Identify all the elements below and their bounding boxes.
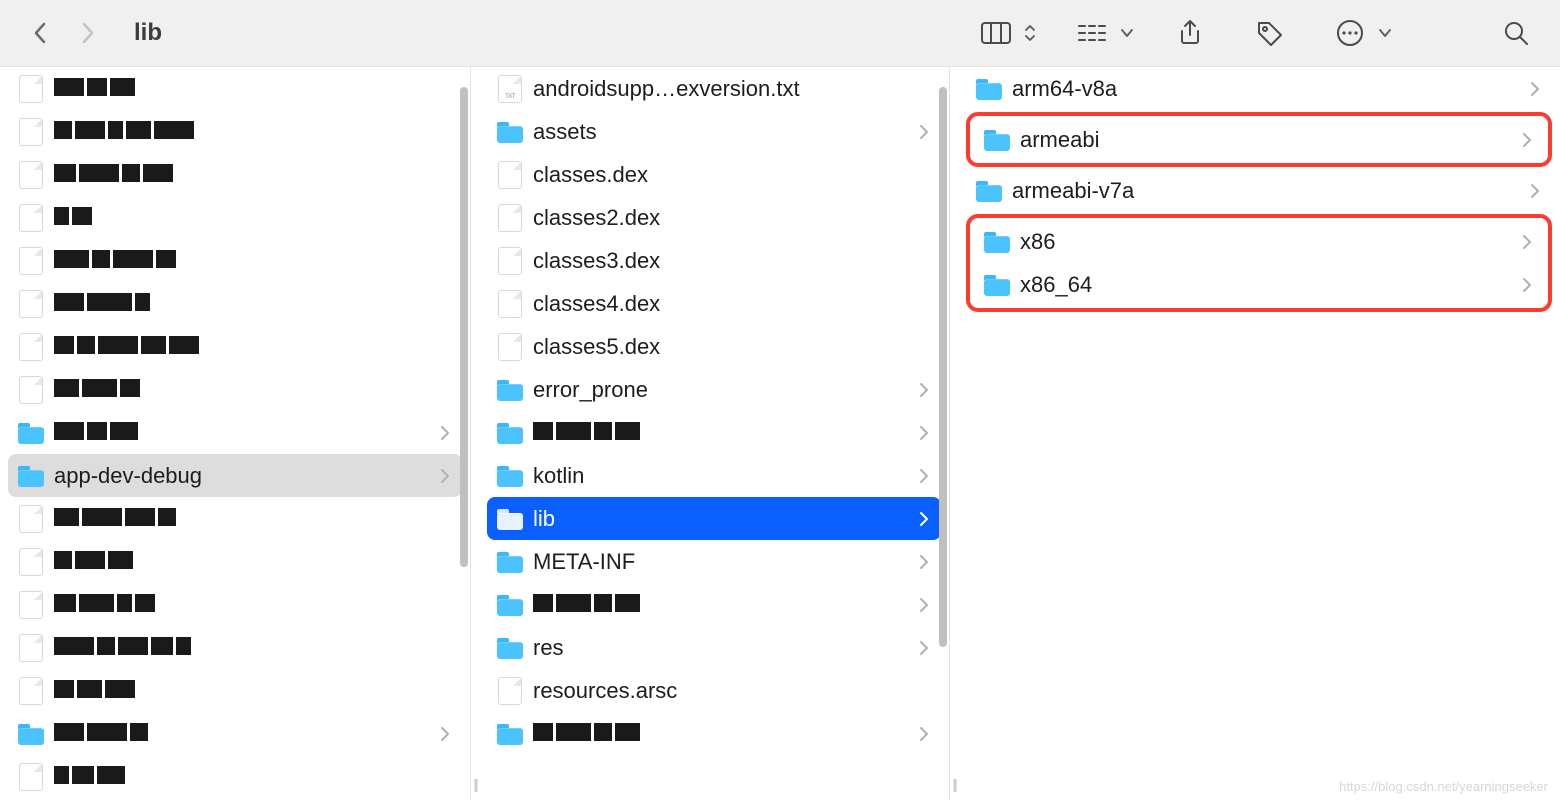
chevron-right-icon <box>919 382 929 398</box>
list-item[interactable]: assets <box>487 110 941 153</box>
chevron-right-icon <box>919 554 929 570</box>
folder-arm64-v8a[interactable]: arm64-v8a <box>966 67 1552 110</box>
group-by-button[interactable] <box>1068 11 1134 55</box>
highlight-box: x86x86_64 <box>966 214 1552 312</box>
more-icon <box>1326 11 1374 55</box>
view-updown-icon <box>1024 23 1036 43</box>
list-item[interactable] <box>487 583 941 626</box>
list-item[interactable]: classes4.dex <box>487 282 941 325</box>
chevron-right-icon <box>440 425 450 441</box>
back-button[interactable] <box>20 13 60 53</box>
list-item[interactable] <box>8 110 462 153</box>
list-item[interactable] <box>8 626 462 669</box>
chevron-right-icon <box>440 726 450 742</box>
column-1[interactable]: app-dev-debug <box>0 67 471 800</box>
group-icon <box>1068 11 1116 55</box>
list-item[interactable]: classes.dex <box>487 153 941 196</box>
window-title: lib <box>134 19 162 47</box>
list-item[interactable]: META-INF <box>487 540 941 583</box>
chevron-right-icon <box>1522 277 1532 293</box>
list-item[interactable]: classes5.dex <box>487 325 941 368</box>
chevron-down-icon <box>1378 28 1392 38</box>
list-item[interactable] <box>8 712 462 755</box>
column-resize-handle[interactable]: || <box>471 67 479 800</box>
view-mode-group[interactable] <box>972 11 1036 55</box>
list-item[interactable]: classes2.dex <box>487 196 941 239</box>
folder-app-dev-debug[interactable]: app-dev-debug <box>8 454 462 497</box>
folder-x86_64[interactable]: x86_64 <box>974 263 1544 306</box>
chevron-right-icon <box>919 726 929 742</box>
search-button[interactable] <box>1492 11 1540 55</box>
forward-button[interactable] <box>68 13 108 53</box>
list-item[interactable] <box>8 497 462 540</box>
list-item[interactable] <box>487 712 941 755</box>
folder-x86[interactable]: x86 <box>974 220 1544 263</box>
chevron-right-icon <box>919 124 929 140</box>
list-item[interactable] <box>8 368 462 411</box>
chevron-right-icon <box>1530 81 1540 97</box>
folder-armeabi[interactable]: armeabi <box>974 118 1544 161</box>
list-item[interactable] <box>8 583 462 626</box>
list-item[interactable]: androidsupp…exversion.txt <box>487 67 941 110</box>
list-item[interactable] <box>8 755 462 798</box>
list-item[interactable]: lib <box>487 497 941 540</box>
list-item[interactable] <box>8 669 462 712</box>
chevron-right-icon <box>919 511 929 527</box>
folder-armeabi-v7a[interactable]: armeabi-v7a <box>966 169 1552 212</box>
column-2[interactable]: androidsupp…exversion.txtassetsclasses.d… <box>479 67 950 800</box>
list-item[interactable] <box>8 540 462 583</box>
chevron-right-icon <box>919 425 929 441</box>
list-item[interactable]: res <box>487 626 941 669</box>
watermark: https://blog.csdn.net/yearningseeker <box>1339 779 1548 794</box>
list-item[interactable] <box>487 411 941 454</box>
share-button[interactable] <box>1166 11 1214 55</box>
column-resize-handle[interactable]: || <box>950 67 958 800</box>
chevron-right-icon <box>1522 132 1532 148</box>
columns-view-icon <box>972 11 1020 55</box>
list-item[interactable] <box>8 325 462 368</box>
list-item[interactable] <box>8 282 462 325</box>
chevron-right-icon <box>440 468 450 484</box>
chevron-right-icon <box>1530 183 1540 199</box>
chevron-right-icon <box>919 640 929 656</box>
toolbar: lib <box>0 0 1560 67</box>
chevron-right-icon <box>1522 234 1532 250</box>
chevron-right-icon <box>919 597 929 613</box>
list-item[interactable] <box>8 239 462 282</box>
highlight-box: armeabi <box>966 112 1552 167</box>
tags-button[interactable] <box>1246 11 1294 55</box>
list-item[interactable] <box>8 411 462 454</box>
list-item[interactable] <box>8 67 462 110</box>
list-item[interactable]: classes3.dex <box>487 239 941 282</box>
list-item[interactable]: kotlin <box>487 454 941 497</box>
list-item[interactable] <box>8 153 462 196</box>
list-item[interactable] <box>8 196 462 239</box>
column-3[interactable]: arm64-v8aarmeabiarmeabi-v7ax86x86_64 <box>958 67 1560 800</box>
list-item[interactable]: resources.arsc <box>487 669 941 712</box>
action-menu-button[interactable] <box>1326 11 1392 55</box>
chevron-right-icon <box>919 468 929 484</box>
chevron-down-icon <box>1120 28 1134 38</box>
list-item[interactable]: error_prone <box>487 368 941 411</box>
